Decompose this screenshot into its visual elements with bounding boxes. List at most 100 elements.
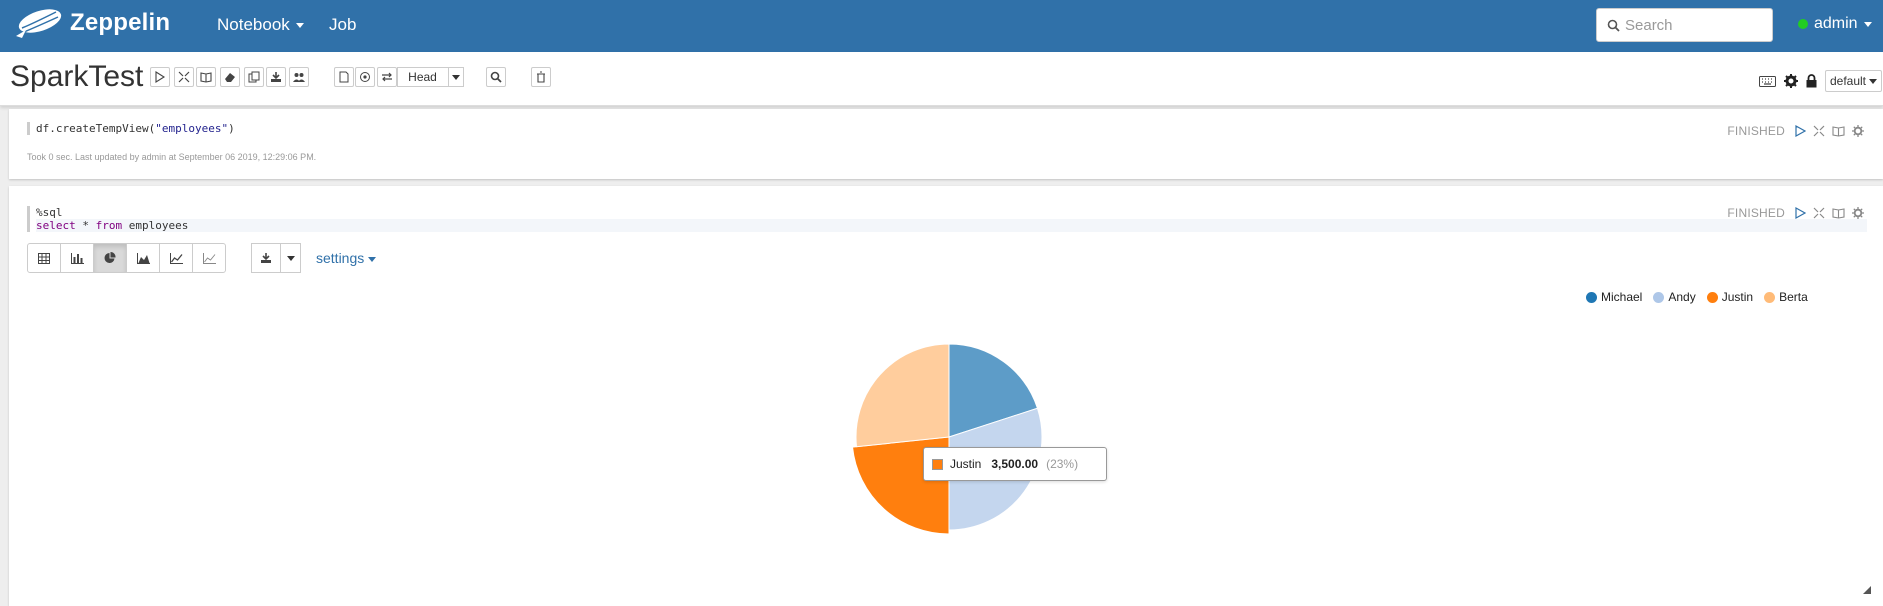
table-icon	[38, 252, 50, 264]
code-token: *	[75, 219, 96, 232]
legend-dot	[1586, 291, 1597, 303]
commit-button[interactable]	[355, 67, 375, 87]
hide-output-icon	[200, 72, 212, 83]
top-navbar: Zeppelin Notebook Job Search admin	[0, 0, 1883, 52]
chevron-down-icon	[286, 255, 295, 261]
bar-chart-button[interactable]	[60, 243, 94, 273]
download-format-dropdown[interactable]	[281, 243, 301, 273]
nav-notebook-label: Notebook	[217, 15, 290, 34]
legend-item[interactable]: Justin	[1706, 290, 1754, 304]
code-token: )	[228, 122, 235, 135]
pie-slice-berta[interactable]	[855, 343, 950, 448]
hide-output-button[interactable]	[196, 67, 216, 87]
search-code-button[interactable]	[486, 67, 506, 87]
hide-code-button[interactable]	[174, 67, 194, 87]
book-icon	[1832, 126, 1845, 137]
code-token: employees	[122, 219, 189, 232]
hide-code-icon	[178, 71, 190, 83]
tooltip-percent: (23%)	[1046, 457, 1079, 471]
keyboard-icon	[1759, 75, 1776, 87]
nav-job-link[interactable]: Job	[329, 15, 356, 35]
user-menu[interactable]: admin	[1798, 15, 1872, 33]
line-chart-icon	[169, 252, 183, 264]
hide-editor-button[interactable]	[1813, 125, 1825, 137]
table-view-button[interactable]	[27, 243, 61, 273]
collapse-icon	[1813, 125, 1825, 137]
zeppelin-logo[interactable]: Zeppelin	[12, 6, 170, 40]
paragraph-footer: Took 0 sec. Last updated by admin at Sep…	[27, 152, 317, 162]
export-note-button[interactable]	[266, 67, 286, 87]
delete-note-button[interactable]	[531, 67, 551, 87]
chart-settings-toggle[interactable]: settings	[316, 250, 377, 266]
resize-handle-icon[interactable]	[1863, 586, 1871, 594]
run-all-icon	[155, 71, 166, 83]
legend-dot	[1706, 291, 1718, 303]
legend-label: Andy	[1668, 290, 1696, 304]
hide-output-button[interactable]	[1832, 125, 1845, 137]
chevron-down-icon	[368, 256, 377, 262]
paragraph-settings-button[interactable]	[1852, 207, 1864, 219]
visualization-toolbar	[27, 243, 226, 273]
code-editor[interactable]: %sql select * from employees	[27, 206, 1867, 232]
paragraph-sql-query: %sql select * from employees FINISHED se…	[9, 186, 1883, 606]
note-settings-tools: default	[1759, 70, 1883, 92]
chevron-down-icon	[295, 23, 304, 29]
trash-icon	[537, 71, 545, 83]
note-action-bar: SparkTest Head default	[0, 52, 1883, 106]
pie-chart	[851, 343, 1043, 535]
note-title[interactable]: SparkTest	[10, 60, 143, 94]
version-control-button[interactable]	[334, 67, 354, 87]
chevron-down-icon	[452, 74, 460, 80]
revision-dropdown-toggle[interactable]	[448, 67, 464, 87]
legend-label: Michael	[1601, 290, 1643, 304]
code-token: df.createTempView(	[36, 122, 156, 135]
collapse-icon	[1813, 207, 1825, 219]
hide-output-button[interactable]	[1832, 207, 1845, 219]
run-paragraph-button[interactable]	[1795, 207, 1806, 219]
search-icon	[490, 71, 502, 83]
area-chart-icon	[136, 252, 150, 264]
keyboard-shortcuts-button[interactable]	[1759, 75, 1776, 87]
search-placeholder: Search	[1625, 16, 1673, 34]
connection-status-dot	[1798, 19, 1808, 29]
interpreter-binding-select[interactable]: default	[1825, 70, 1882, 92]
legend-dot	[1653, 291, 1665, 303]
code-keyword-token: from	[95, 219, 123, 232]
play-icon	[1795, 207, 1806, 219]
scatter-chart-button[interactable]	[192, 243, 226, 273]
clear-output-button[interactable]	[220, 67, 240, 87]
chevron-down-icon	[1869, 78, 1878, 84]
download-csv-button[interactable]	[251, 243, 281, 273]
clone-note-button[interactable]	[244, 67, 264, 87]
chart-tooltip: Justin 3,500.00 (23%)	[923, 447, 1107, 481]
legend-label: Justin	[1721, 290, 1754, 304]
run-all-button[interactable]	[150, 67, 170, 87]
legend-item[interactable]: Andy	[1653, 290, 1696, 304]
compare-revisions-button[interactable]	[377, 67, 397, 87]
paragraph-status: FINISHED	[1727, 124, 1785, 138]
nav-notebook-menu[interactable]: Notebook	[217, 15, 304, 35]
note-permissions-button[interactable]	[1806, 74, 1817, 88]
collaborate-button[interactable]	[289, 67, 309, 87]
hide-editor-button[interactable]	[1813, 207, 1825, 219]
pie-chart-button[interactable]	[93, 243, 127, 273]
revision-select-value: Head	[408, 70, 437, 84]
code-line: %sql	[36, 206, 63, 219]
area-chart-button[interactable]	[126, 243, 160, 273]
tooltip-category: Justin	[950, 457, 982, 471]
legend-item[interactable]: Berta	[1764, 290, 1808, 304]
paragraph-status: FINISHED	[1727, 206, 1785, 220]
paragraph-settings-button[interactable]	[1852, 125, 1864, 137]
file-icon	[339, 71, 349, 83]
play-icon	[1795, 125, 1806, 137]
interpreter-settings-button[interactable]	[1784, 74, 1798, 88]
download-data-group	[251, 243, 301, 273]
legend-label: Berta	[1779, 290, 1808, 304]
chart-legend: Michael Andy Justin Berta	[1586, 290, 1819, 304]
line-chart-button[interactable]	[159, 243, 193, 273]
run-paragraph-button[interactable]	[1795, 125, 1806, 137]
chevron-down-icon	[1863, 21, 1872, 27]
code-editor[interactable]: df.createTempView("employees")	[27, 122, 1867, 135]
search-input[interactable]: Search	[1596, 8, 1773, 42]
legend-item[interactable]: Michael	[1586, 290, 1642, 304]
